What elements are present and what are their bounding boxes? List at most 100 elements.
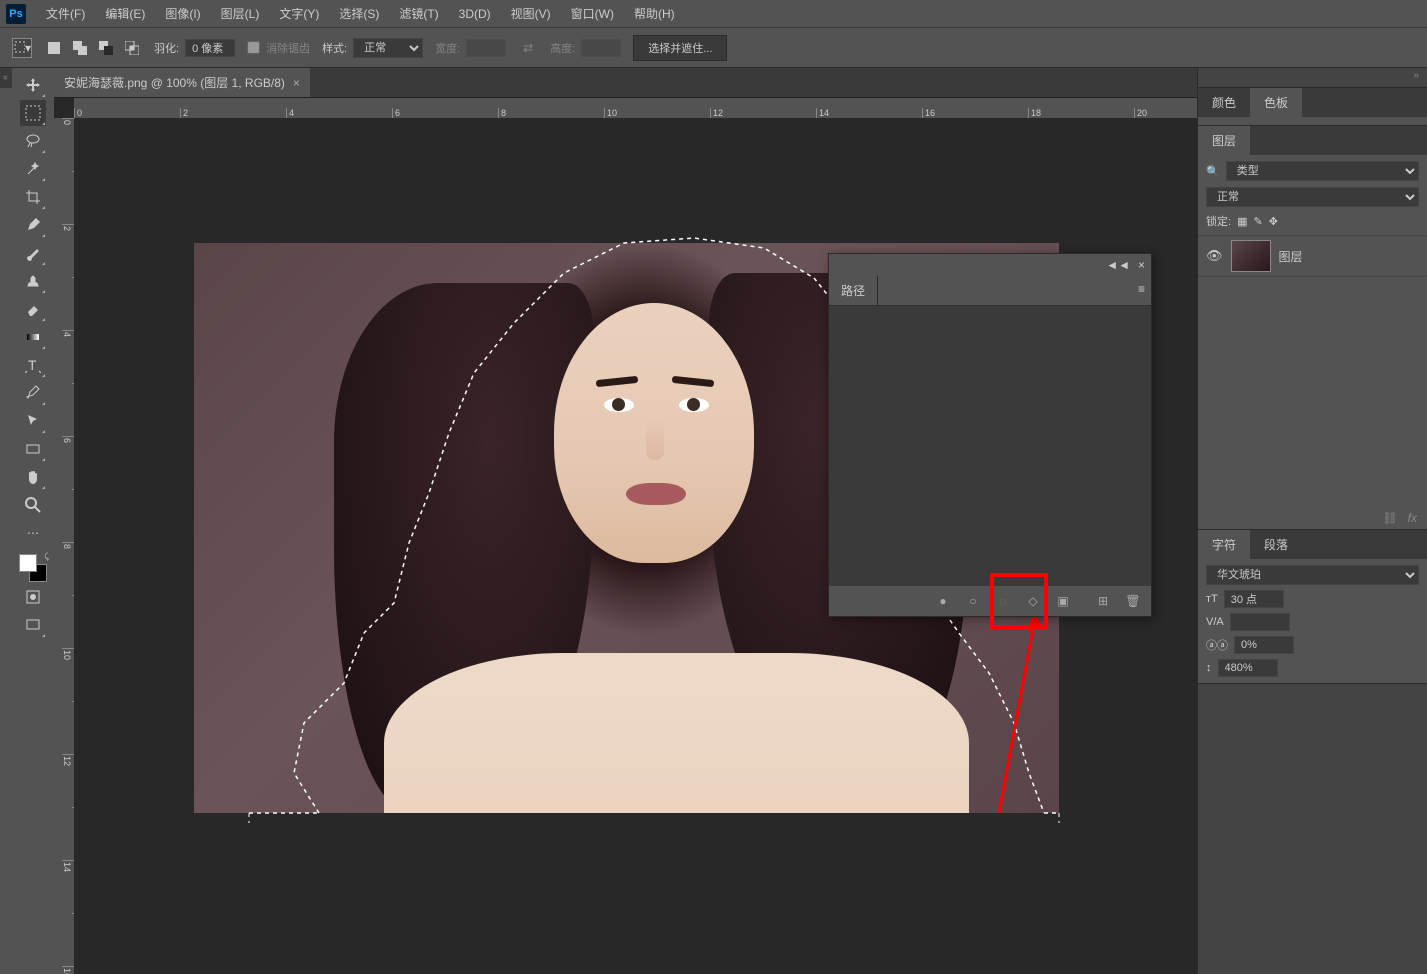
search-icon: 🔍: [1206, 165, 1220, 178]
swap-dimensions-icon: ⇄: [518, 38, 538, 58]
ps-logo-icon: Ps: [6, 4, 26, 24]
crop-tool[interactable]: [20, 184, 46, 210]
stroke-path-icon[interactable]: ○: [965, 593, 981, 609]
menu-layer[interactable]: 图层(L): [211, 1, 270, 26]
tool-preset-icon[interactable]: ▾: [12, 38, 32, 58]
fill-path-icon[interactable]: ●: [935, 593, 951, 609]
layer-row[interactable]: 👁 图层: [1198, 235, 1427, 277]
document-tabbar: 安妮海瑟薇.png @ 100% (图层 1, RGB/8) ×: [54, 68, 1197, 98]
lock-pixels-icon[interactable]: ✎: [1253, 215, 1262, 228]
blend-mode-select[interactable]: 正常: [1206, 187, 1419, 207]
menu-filter[interactable]: 滤镜(T): [389, 1, 448, 26]
marquee-tool[interactable]: [20, 100, 46, 126]
tracking-input[interactable]: [1234, 636, 1294, 654]
document-title: 安妮海瑟薇.png @ 100% (图层 1, RGB/8): [64, 74, 285, 91]
menu-select[interactable]: 选择(S): [329, 1, 389, 26]
character-tab[interactable]: 字符: [1198, 530, 1250, 559]
type-tool[interactable]: T: [20, 352, 46, 378]
add-selection-icon[interactable]: [70, 38, 90, 58]
color-tab[interactable]: 颜色: [1198, 88, 1250, 117]
menu-image[interactable]: 图像(I): [155, 1, 210, 26]
zoom-tool[interactable]: [20, 492, 46, 518]
pen-tool[interactable]: [20, 380, 46, 406]
baseline-icon: ↕: [1206, 662, 1212, 674]
new-selection-icon[interactable]: [44, 38, 64, 58]
menu-help[interactable]: 帮助(H): [624, 1, 685, 26]
intersect-selection-icon[interactable]: [122, 38, 142, 58]
swatches-tab[interactable]: 色板: [1250, 88, 1302, 117]
magic-wand-tool[interactable]: [20, 156, 46, 182]
lock-position-icon[interactable]: ✥: [1269, 215, 1278, 228]
clone-stamp-tool[interactable]: [20, 268, 46, 294]
menu-type[interactable]: 文字(Y): [269, 1, 329, 26]
add-mask-icon[interactable]: ▣: [1055, 593, 1071, 609]
workspace[interactable]: 024681012141618202224262830323436 024681…: [54, 98, 1197, 974]
collapsed-left-tab[interactable]: »: [0, 68, 12, 88]
color-swatches[interactable]: ⤹: [19, 554, 47, 582]
menu-view[interactable]: 视图(V): [501, 1, 561, 26]
document-tab[interactable]: 安妮海瑟薇.png @ 100% (图层 1, RGB/8) ×: [54, 68, 310, 97]
layer-fx-icon[interactable]: fx: [1408, 511, 1417, 525]
antialias-label: 消除锯齿: [266, 40, 310, 56]
canvas-area: 安妮海瑟薇.png @ 100% (图层 1, RGB/8) × 0246810…: [54, 68, 1197, 974]
lasso-tool[interactable]: [20, 128, 46, 154]
path-to-selection-icon[interactable]: ◌: [995, 593, 1011, 609]
quick-mask-icon[interactable]: [20, 584, 46, 610]
style-select[interactable]: 正常: [353, 38, 423, 58]
menu-window[interactable]: 窗口(W): [561, 1, 624, 26]
width-input: [466, 39, 506, 57]
layer-name[interactable]: 图层: [1279, 248, 1303, 265]
menu-3d[interactable]: 3D(D): [449, 3, 501, 25]
vertical-ruler[interactable]: 02468101214161820: [54, 118, 74, 974]
feather-input[interactable]: [185, 39, 235, 57]
baseline-input[interactable]: [1218, 659, 1278, 677]
menu-file[interactable]: 文件(F): [36, 1, 95, 26]
hand-tool[interactable]: [20, 464, 46, 490]
character-panel: 华文琥珀 ᴛT V/A ⓐⓐ ↕: [1198, 559, 1427, 683]
width-label: 宽度:: [435, 40, 460, 56]
select-and-mask-button[interactable]: 选择并遮住...: [633, 35, 727, 61]
menu-edit[interactable]: 编辑(E): [95, 1, 155, 26]
canvas[interactable]: ◄◄ × 路径 ≡ ● ○ ◌ ◇ ▣ ⊞: [74, 118, 1197, 974]
panel-menu-icon[interactable]: ≡: [1138, 282, 1145, 299]
height-label: 高度:: [550, 40, 575, 56]
rectangle-tool[interactable]: [20, 436, 46, 462]
lock-label: 锁定:: [1206, 213, 1231, 229]
kerning-input[interactable]: [1230, 613, 1290, 631]
path-selection-tool[interactable]: [20, 408, 46, 434]
eyedropper-tool[interactable]: [20, 212, 46, 238]
toolbox: T ⋯ ⤹: [12, 68, 54, 974]
gradient-tool[interactable]: [20, 324, 46, 350]
new-path-icon[interactable]: ⊞: [1095, 593, 1111, 609]
screen-mode-icon[interactable]: [20, 612, 46, 638]
paragraph-tab[interactable]: 段落: [1250, 530, 1302, 559]
link-layers-icon[interactable]: ⛓: [1382, 511, 1397, 525]
more-tools-icon[interactable]: ⋯: [20, 520, 46, 546]
lock-transparent-icon[interactable]: ▦: [1237, 215, 1247, 228]
height-input: [581, 39, 621, 57]
brush-tool[interactable]: [20, 240, 46, 266]
move-tool[interactable]: [20, 72, 46, 98]
paths-tab[interactable]: 路径: [829, 276, 878, 305]
close-panel-icon[interactable]: ×: [1138, 258, 1145, 272]
layers-tab[interactable]: 图层: [1198, 126, 1250, 155]
paths-list[interactable]: [829, 306, 1151, 586]
selection-to-path-icon[interactable]: ◇: [1025, 593, 1041, 609]
paths-panel[interactable]: ◄◄ × 路径 ≡ ● ○ ◌ ◇ ▣ ⊞: [828, 253, 1152, 617]
foreground-color-swatch[interactable]: [19, 554, 37, 572]
visibility-icon[interactable]: 👁: [1206, 248, 1223, 264]
swap-colors-icon[interactable]: ⤹: [44, 552, 49, 562]
close-tab-icon[interactable]: ×: [293, 76, 300, 90]
eraser-tool[interactable]: [20, 296, 46, 322]
horizontal-ruler[interactable]: 024681012141618202224262830323436: [74, 98, 1197, 118]
layer-filter-select[interactable]: 类型: [1226, 161, 1419, 181]
layer-thumbnail[interactable]: [1231, 240, 1271, 272]
font-select[interactable]: 华文琥珀: [1206, 565, 1419, 585]
font-size-input[interactable]: [1224, 590, 1284, 608]
delete-path-icon[interactable]: 🗑: [1125, 593, 1141, 609]
panel-header[interactable]: ◄◄ ×: [829, 254, 1151, 276]
collapse-icon[interactable]: ◄◄: [1106, 258, 1130, 272]
right-panels: » 颜色 色板 图层 🔍 类型 正常 锁定:: [1197, 68, 1427, 974]
collapsed-header[interactable]: »: [1198, 68, 1427, 88]
subtract-selection-icon[interactable]: [96, 38, 116, 58]
